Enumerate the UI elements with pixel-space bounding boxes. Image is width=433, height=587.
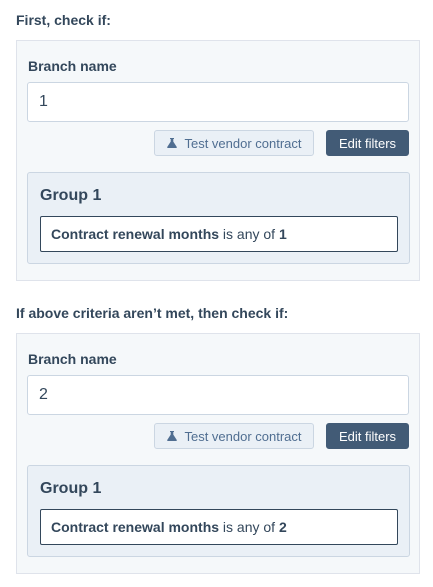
branch-2-section-title: If above criteria aren’t met, then check… — [16, 305, 289, 321]
branch-name-input[interactable] — [27, 82, 409, 122]
filter-value: 2 — [278, 519, 287, 535]
group-title: Group 1 — [40, 480, 102, 497]
branch-name-input[interactable] — [27, 375, 409, 415]
test-vendor-contract-label: Test vendor contract — [184, 135, 302, 151]
filter-group: Group 1 Contract renewal months is any o… — [27, 465, 410, 557]
branch-name-label: Branch name — [28, 58, 117, 74]
filter-group: Group 1 Contract renewal months is any o… — [27, 172, 410, 264]
filter-operator: is any of — [222, 519, 276, 535]
filter-operator: is any of — [222, 226, 276, 242]
flask-icon — [166, 137, 178, 149]
filter-property: Contract renewal months — [51, 519, 220, 535]
edit-filters-button[interactable]: Edit filters — [326, 130, 409, 156]
test-vendor-contract-button[interactable]: Test vendor contract — [154, 130, 314, 156]
flask-icon — [166, 430, 178, 442]
test-vendor-contract-button[interactable]: Test vendor contract — [154, 423, 314, 449]
branch-2-card: Branch name Test vendor contract Edit fi… — [16, 333, 420, 574]
group-title: Group 1 — [40, 187, 102, 204]
filter-condition[interactable]: Contract renewal months is any of 1 — [40, 216, 398, 252]
branch-1-section-title: First, check if: — [16, 12, 111, 28]
filter-condition[interactable]: Contract renewal months is any of 2 — [40, 509, 398, 545]
filter-value: 1 — [278, 226, 287, 242]
branch-name-label: Branch name — [28, 351, 117, 367]
filter-property: Contract renewal months — [51, 226, 220, 242]
branch-1-card: Branch name Test vendor contract Edit fi… — [16, 40, 420, 281]
edit-filters-button[interactable]: Edit filters — [326, 423, 409, 449]
test-vendor-contract-label: Test vendor contract — [184, 428, 302, 444]
